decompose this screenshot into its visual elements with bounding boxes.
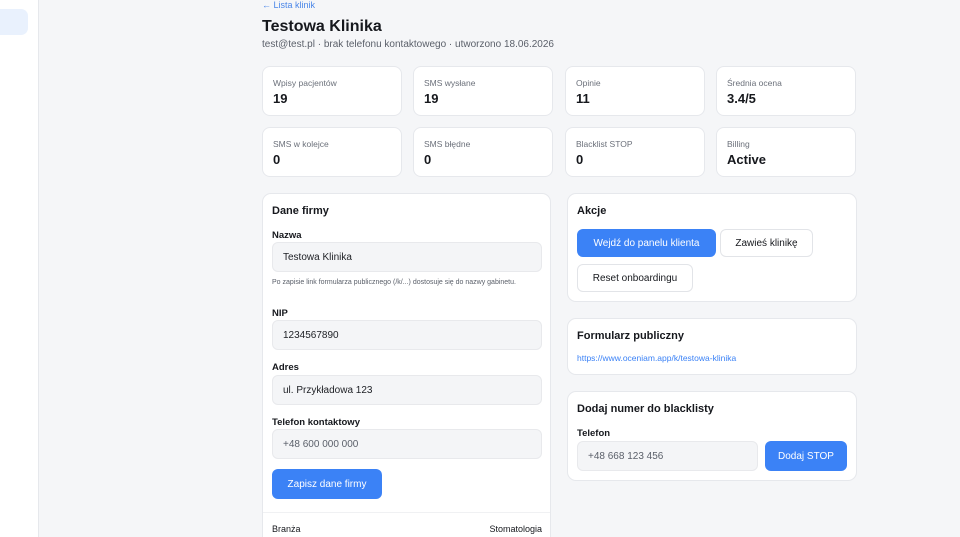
stat-card-billing: Billing Active [716,127,856,177]
stat-value: 11 [576,91,590,106]
stat-card-sms-failed: SMS błędne 0 [413,127,553,177]
suspend-clinic-button[interactable]: Zawieś klinikę [720,229,813,257]
industry-label: Branża [272,524,301,534]
public-form-card [567,318,857,375]
contact-phone-input[interactable] [272,429,542,459]
stat-card-average-rating: Średnia ocena 3.4/5 [716,66,856,116]
nip-label: NIP [272,308,288,319]
stat-label: Opinie [576,78,601,88]
page-title: Testowa Klinika [262,18,382,35]
stat-value: 3.4/5 [727,91,756,106]
public-form-title: Formularz publiczny [577,330,684,342]
page-subtitle: test@test.pl · brak telefonu kontaktoweg… [262,39,554,50]
stat-value: Active [727,152,767,167]
enter-client-panel-button[interactable]: Wejdź do panelu klienta [577,229,716,257]
add-stop-button[interactable]: Dodaj STOP [765,441,847,471]
blacklist-phone-input[interactable] [577,441,758,471]
sidebar-active-item[interactable] [0,9,28,35]
address-label: Adres [272,362,299,373]
stat-value: 0 [424,152,432,167]
sidebar [0,0,39,537]
stat-value: 0 [273,152,281,167]
stat-card-sms-queued: SMS w kolejce 0 [262,127,402,177]
industry-value: Stomatologia [489,524,542,534]
stat-card-blacklist-stop: Blacklist STOP 0 [565,127,705,177]
stat-label: Średnia ocena [727,78,782,88]
blacklist-phone-label: Telefon [577,428,611,439]
stat-value: 0 [576,152,584,167]
company-data-title: Dane firmy [272,205,329,217]
stat-card-patient-entries: Wpisy pacjentów 19 [262,66,402,116]
stat-label: Wpisy pacjentów [273,78,337,88]
public-form-link[interactable]: https://www.oceniam.app/k/testowa-klinik… [577,353,736,363]
stat-value: 19 [424,91,439,106]
save-company-button[interactable]: Zapisz dane firmy [272,469,382,499]
divider [263,512,550,513]
industry-row: Branża Stomatologia [272,524,542,537]
name-label: Nazwa [272,230,302,241]
stat-label: Blacklist STOP [576,139,633,149]
actions-title: Akcje [577,205,607,217]
stat-label: SMS błędne [424,139,471,149]
reset-onboarding-button[interactable]: Reset onboardingu [577,264,693,292]
stat-card-reviews: Opinie 11 [565,66,705,116]
address-input[interactable] [272,375,542,405]
stat-value: 19 [273,91,288,106]
nip-input[interactable] [272,320,542,350]
contact-phone-label: Telefon kontaktowy [272,417,360,428]
name-hint: Po zapisie link formularza publicznego (… [272,279,516,286]
stat-label: SMS w kolejce [273,139,329,149]
stat-label: SMS wysłane [424,78,476,88]
stat-label: Billing [727,139,750,149]
stat-card-sms-sent: SMS wysłane 19 [413,66,553,116]
blacklist-title: Dodaj numer do blacklisty [577,403,714,415]
company-name-input[interactable] [272,242,542,272]
back-to-clinic-list-link[interactable]: ← Lista klinik [262,0,315,10]
